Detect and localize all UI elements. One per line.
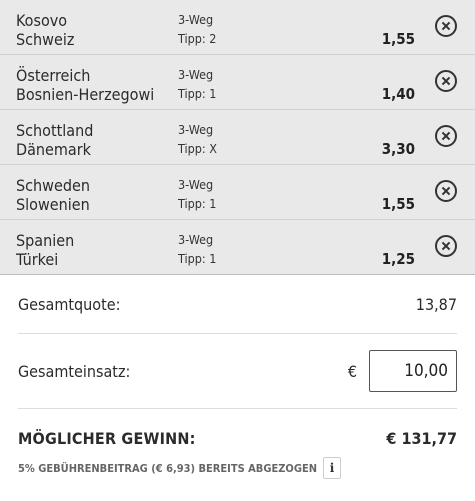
remove-bet-icon[interactable] [435, 235, 457, 257]
total-odds-row: Gesamtquote: 13,87 [18, 275, 457, 334]
bet-odds: 1,55 [381, 195, 415, 213]
bet-row: Kosovo Schweiz 3-Weg Tipp: 2 1,55 [0, 0, 475, 54]
bet-odds: 1,55 [381, 30, 415, 48]
tip: Tipp: X [178, 141, 217, 156]
home-team: Kosovo [16, 11, 68, 30]
possible-win-label: MÖGLICHER GEWINN: [18, 428, 196, 448]
market-type: 3-Weg [178, 67, 214, 82]
possible-win-row: MÖGLICHER GEWINN: € 131,77 [18, 409, 457, 467]
remove-bet-icon[interactable] [435, 70, 457, 92]
bet-row: Schottland Dänemark 3-Weg Tipp: X 3,30 [0, 109, 475, 164]
tip: Tipp: 2 [178, 31, 217, 46]
stake-label: Gesamteinsatz: [18, 361, 131, 381]
bet-odds: 3,30 [381, 140, 415, 158]
bet-slip-list: Kosovo Schweiz 3-Weg Tipp: 2 1,55 Österr… [0, 0, 475, 275]
remove-bet-icon[interactable] [435, 180, 457, 202]
away-team: Dänemark [16, 140, 91, 159]
market-type: 3-Weg [178, 177, 214, 192]
total-odds-label: Gesamtquote: [18, 294, 121, 314]
bet-row: Schweden Slowenien 3-Weg Tipp: 1 1,55 [0, 164, 475, 219]
possible-win-value: € 131,77 [386, 428, 457, 448]
home-team: Schweden [16, 176, 90, 195]
tip: Tipp: 1 [178, 196, 217, 211]
total-odds-value: 13,87 [415, 294, 457, 314]
market-type: 3-Weg [178, 232, 214, 247]
bet-odds: 1,40 [381, 85, 415, 103]
away-team: Slowenien [16, 195, 90, 214]
remove-bet-icon[interactable] [435, 125, 457, 147]
tip: Tipp: 1 [178, 251, 217, 266]
bet-row: Österreich Bosnien-Herzegowi 3-Weg Tipp:… [0, 54, 475, 109]
remove-bet-icon[interactable] [435, 15, 457, 37]
market-type: 3-Weg [178, 122, 214, 137]
home-team: Spanien [16, 231, 75, 250]
bet-summary: Gesamtquote: 13,87 Gesamteinsatz: € MÖGL… [0, 275, 475, 479]
away-team: Schweiz [16, 30, 75, 49]
bet-odds: 1,25 [381, 250, 415, 268]
away-team: Bosnien-Herzegowi [16, 85, 155, 104]
away-team: Türkei [16, 250, 59, 269]
bet-row: Spanien Türkei 3-Weg Tipp: 1 1,25 [0, 219, 475, 274]
stake-row: Gesamteinsatz: € [18, 334, 457, 409]
market-type: 3-Weg [178, 12, 214, 27]
tip: Tipp: 1 [178, 86, 217, 101]
currency-symbol: € [347, 361, 357, 381]
home-team: Österreich [16, 66, 91, 85]
stake-input[interactable] [369, 350, 457, 392]
home-team: Schottland [16, 121, 94, 140]
